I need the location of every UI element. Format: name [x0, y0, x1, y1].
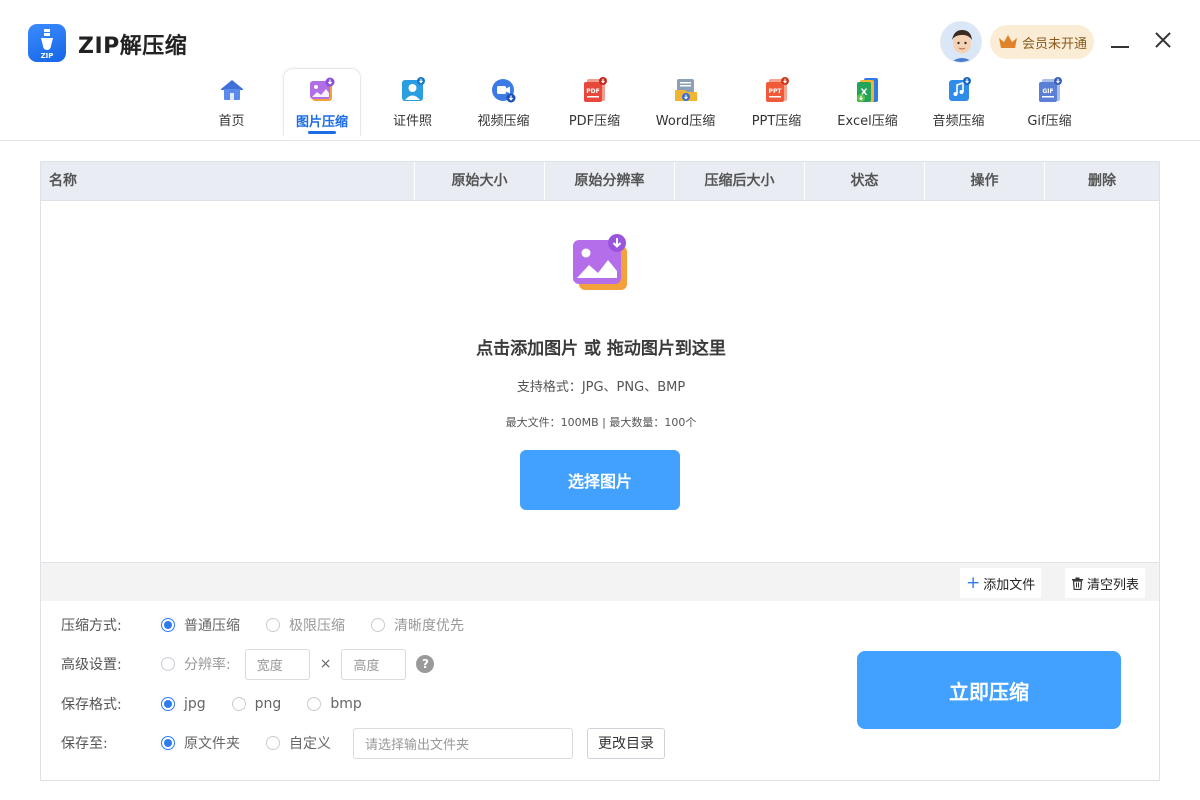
nav-label: PDF压缩	[568, 114, 621, 129]
minimize-button[interactable]	[1108, 30, 1132, 54]
nav-label: 图片压缩	[295, 115, 348, 130]
nav-label: 首页	[218, 114, 245, 129]
nav-label: 证件照	[392, 114, 432, 129]
column-action: 操作	[925, 162, 1045, 200]
resolution-radio[interactable]: 分辨率:	[161, 654, 231, 674]
audio-compress-icon	[948, 77, 971, 101]
width-input[interactable]: 宽度	[244, 648, 310, 680]
output-folder-input[interactable]: 请选择输出文件夹	[353, 727, 573, 759]
user-avatar[interactable]	[940, 21, 982, 63]
save-format-row: 保存格式: jpg png bmp	[61, 689, 388, 719]
nav-item-ppt-compress[interactable]: PPT PPT压缩	[731, 68, 822, 136]
dropzone-title: 点击添加图片 或 拖动图片到这里	[476, 339, 726, 359]
logo-text: ZIP	[41, 52, 54, 60]
save-location-row: 保存至: 原文件夹 自定义 请选择输出文件夹 更改目录	[61, 727, 665, 759]
active-tab-indicator	[308, 131, 336, 134]
help-icon[interactable]: ?	[416, 655, 435, 673]
save-format-label: 保存格式:	[61, 697, 122, 713]
file-limits: 最大文件：100MB | 最大数量：100个	[505, 416, 697, 429]
nav-label: 音频压缩	[932, 114, 985, 129]
nav-item-excel-compress[interactable]: X Excel压缩	[822, 68, 913, 136]
main-nav: 首页 图片压缩 证件照 视频压缩 PDF PDF压缩 Word压缩 PPT PP…	[186, 68, 1095, 140]
svg-text:PPT: PPT	[768, 88, 782, 95]
gif-compress-icon: GIF	[1038, 77, 1062, 102]
home-icon	[220, 80, 243, 100]
trash-icon	[1072, 577, 1083, 590]
select-image-button[interactable]: 选择图片	[520, 450, 680, 510]
nav-label: Gif压缩	[1027, 114, 1072, 129]
pdf-compress-icon: PDF	[583, 77, 607, 102]
nav-label: Word压缩	[655, 114, 716, 129]
excel-compress-icon: X	[856, 78, 878, 102]
column-compressed-size: 压缩后大小	[675, 162, 805, 200]
nav-label: 视频压缩	[477, 114, 530, 129]
list-toolbar: + 添加文件 清空列表	[41, 562, 1159, 601]
main-panel: 名称 原始大小 原始分辨率 压缩后大小 状态 操作 删除 点击添加图片 或 拖动…	[0, 140, 1200, 800]
mode-normal-radio[interactable]: 普通压缩	[161, 615, 240, 635]
format-jpg-radio[interactable]: jpg	[161, 696, 206, 712]
add-image-icon	[573, 234, 627, 290]
vip-status-label: 会员未开通	[1022, 36, 1088, 52]
file-table-header: 名称 原始大小 原始分辨率 压缩后大小 状态 操作 删除	[41, 162, 1159, 201]
settings-panel: 压缩方式: 普通压缩 极限压缩 清晰度优先 高级设置: 分辨率: 宽度 × 高度…	[40, 601, 1160, 781]
compression-mode-row: 压缩方式: 普通压缩 极限压缩 清晰度优先	[61, 610, 490, 640]
save-location-label: 保存至:	[61, 736, 108, 752]
app-title: ZIP解压缩	[78, 34, 188, 59]
crown-icon	[999, 35, 1017, 48]
column-delete: 删除	[1088, 173, 1116, 189]
nav-item-image-compress[interactable]: 图片压缩	[283, 68, 361, 136]
zip-app-logo-icon: ZIP	[28, 24, 66, 62]
nav-item-video-compress[interactable]: 视频压缩	[458, 68, 549, 136]
vip-status-button[interactable]: 会员未开通	[990, 25, 1094, 59]
column-original-resolution: 原始分辨率	[545, 162, 675, 200]
nav-label: PPT压缩	[751, 114, 802, 129]
save-original-folder-radio[interactable]: 原文件夹	[161, 733, 240, 753]
height-input[interactable]: 高度	[341, 648, 407, 680]
column-name: 名称	[41, 162, 415, 200]
times-sign: ×	[319, 656, 332, 672]
svg-text:PDF: PDF	[586, 88, 599, 95]
advanced-settings-label: 高级设置:	[61, 657, 122, 673]
format-png-radio[interactable]: png	[231, 696, 281, 712]
file-list-dropzone[interactable]: 名称 原始大小 原始分辨率 压缩后大小 状态 操作 删除 点击添加图片 或 拖动…	[40, 161, 1160, 601]
video-compress-icon	[491, 79, 515, 103]
id-photo-icon	[401, 77, 425, 101]
save-custom-radio[interactable]: 自定义	[266, 733, 331, 753]
clear-list-label: 清空列表	[1087, 577, 1140, 593]
title-bar: ZIP ZIP解压缩 会员未开通 首页 图片压缩 证件照 视频压缩 PDF PD…	[0, 0, 1200, 140]
compression-mode-label: 压缩方式:	[61, 618, 122, 634]
column-status: 状态	[805, 162, 925, 200]
compress-now-button[interactable]: 立即压缩	[857, 651, 1121, 729]
nav-label: Excel压缩	[837, 114, 898, 129]
clear-list-button[interactable]: 清空列表	[1065, 568, 1146, 598]
format-bmp-radio[interactable]: bmp	[307, 696, 362, 712]
nav-item-audio-compress[interactable]: 音频压缩	[913, 68, 1004, 136]
image-compress-icon	[310, 77, 335, 101]
ppt-compress-icon: PPT	[765, 77, 789, 102]
add-file-button[interactable]: + 添加文件	[960, 568, 1042, 598]
word-compress-icon	[674, 79, 697, 101]
plus-icon: +	[966, 573, 981, 593]
advanced-settings-row: 高级设置: 分辨率: 宽度 × 高度 ?	[61, 648, 435, 680]
nav-item-home[interactable]: 首页	[186, 68, 277, 136]
column-original-size: 原始大小	[415, 162, 545, 200]
nav-item-id-photo[interactable]: 证件照	[367, 68, 458, 136]
nav-item-gif-compress[interactable]: GIF Gif压缩	[1004, 68, 1095, 136]
add-file-label: 添加文件	[983, 577, 1036, 593]
mode-clarity-radio[interactable]: 清晰度优先	[371, 615, 464, 635]
nav-item-pdf-compress[interactable]: PDF PDF压缩	[549, 68, 640, 136]
close-button[interactable]	[1152, 29, 1174, 51]
svg-text:GIF: GIF	[1042, 88, 1053, 95]
mode-extreme-radio[interactable]: 极限压缩	[266, 615, 345, 635]
supported-formats: 支持格式：JPG、PNG、BMP	[516, 380, 686, 395]
change-directory-button[interactable]: 更改目录	[587, 727, 665, 759]
nav-item-word-compress[interactable]: Word压缩	[640, 68, 731, 136]
